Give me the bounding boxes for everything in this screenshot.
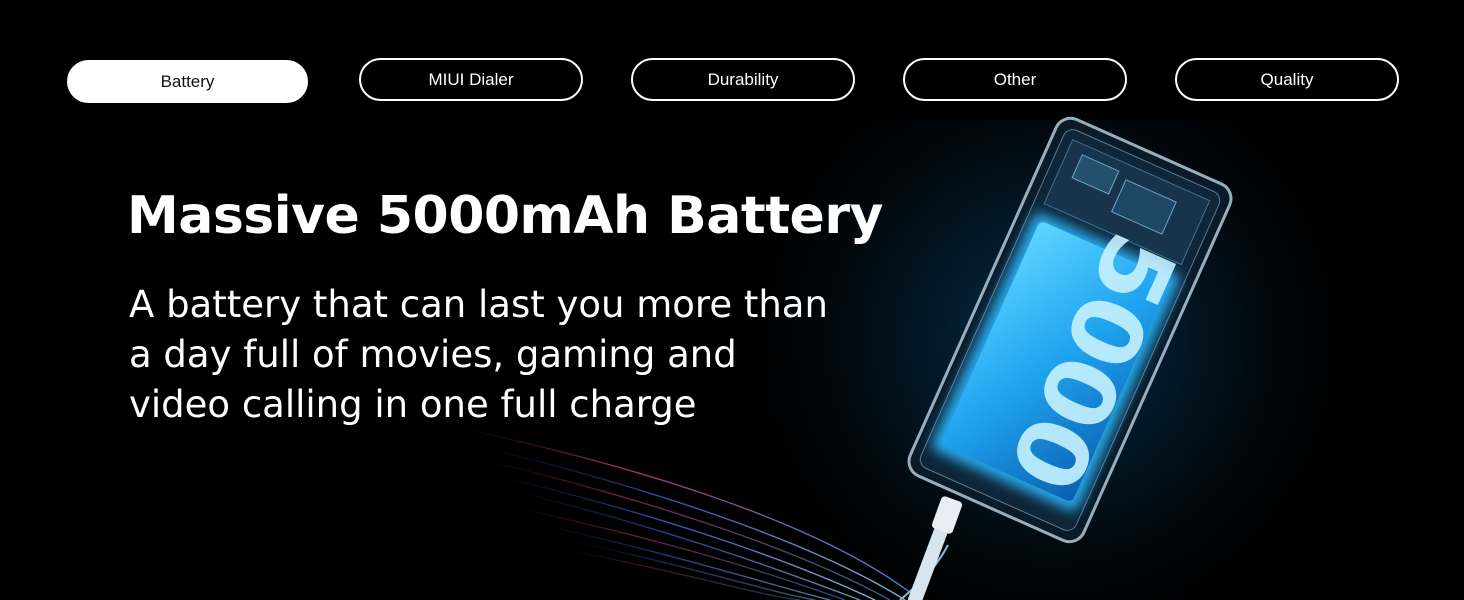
hero-description: A battery that can last you more than a … [129,283,828,426]
tab-battery[interactable]: Battery [67,60,308,103]
tab-other[interactable]: Other [903,58,1127,101]
page-title: Massive 5000mAh Battery [127,186,883,246]
battery-5000-label: 5000 [987,217,1198,507]
category-tabs: Battery MIUI Dialer Durability Other Qua… [0,0,1464,120]
tab-durability[interactable]: Durability [631,58,855,101]
tab-quality[interactable]: Quality [1175,58,1399,101]
tab-miui-dialer[interactable]: MIUI Dialer [359,58,583,101]
